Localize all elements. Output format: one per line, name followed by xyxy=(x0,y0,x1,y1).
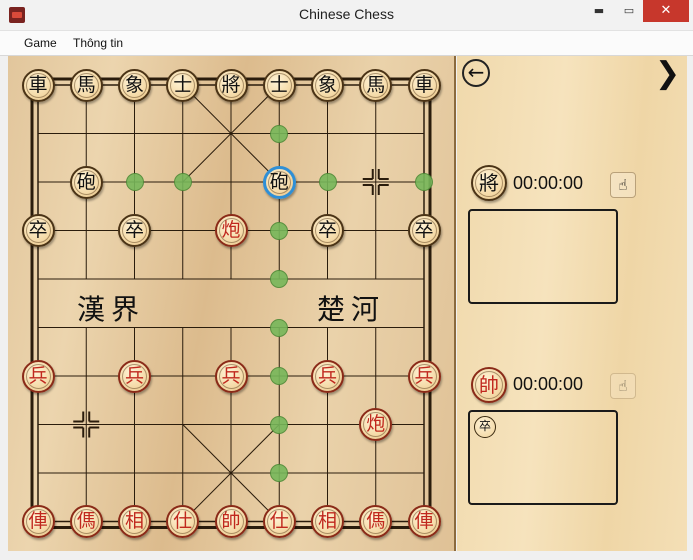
black-piece[interactable]: 車 xyxy=(407,68,441,102)
red-piece[interactable]: 俥 xyxy=(407,505,441,538)
move-hint-dot[interactable] xyxy=(270,318,289,337)
menu-game[interactable]: Game xyxy=(24,36,57,50)
black-piece[interactable]: 士 xyxy=(262,68,296,102)
red-player-timer: 00:00:00 xyxy=(513,374,584,394)
black-player-piece: 將 xyxy=(471,165,507,201)
move-hint-dot[interactable] xyxy=(270,124,289,143)
black-piece[interactable]: 將 xyxy=(214,68,248,102)
red-piece[interactable]: 相 xyxy=(311,505,344,538)
black-piece[interactable]: 卒 xyxy=(118,214,151,247)
menu-bar: Game Thông tin xyxy=(0,31,693,56)
black-piece[interactable]: 卒 xyxy=(407,214,441,247)
side-panel: ← ❯ 將 00:00:00 ☝ 帥 00:00:00 ☝ 卒 xyxy=(457,56,687,551)
title-bar: Chinese Chess ▬ ▭ ✕ xyxy=(0,0,693,31)
black-piece[interactable]: 卒 xyxy=(311,214,344,247)
board-grid xyxy=(30,77,432,529)
move-hint-dot[interactable] xyxy=(415,173,433,191)
board-area[interactable]: 漢界 楚河 車馬象士將士象馬車砲砲卒卒卒卒炮兵兵兵兵兵炮俥傌相仕帥仕相傌俥 xyxy=(8,56,456,551)
black-piece[interactable]: 馬 xyxy=(359,68,393,102)
red-piece[interactable]: 兵 xyxy=(407,359,441,393)
red-piece[interactable]: 兵 xyxy=(214,359,248,393)
move-hint-dot[interactable] xyxy=(318,173,337,191)
red-piece[interactable]: 兵 xyxy=(21,359,55,393)
black-piece[interactable]: 象 xyxy=(118,68,151,102)
red-piece[interactable]: 帥 xyxy=(214,505,248,538)
black-player-timer: 00:00:00 xyxy=(513,173,584,193)
river-text-right: 楚河 xyxy=(317,293,386,326)
close-button[interactable]: ✕ xyxy=(643,0,689,22)
red-piece[interactable]: 相 xyxy=(118,505,151,538)
black-piece[interactable]: 車 xyxy=(21,68,55,102)
red-piece[interactable]: 兵 xyxy=(311,359,344,393)
black-piece[interactable]: 卒 xyxy=(21,214,55,247)
move-hint-dot[interactable] xyxy=(173,173,192,191)
back-arrow-icon[interactable]: ← xyxy=(462,59,490,87)
red-player-piece: 帥 xyxy=(471,367,507,403)
move-hint-dot[interactable] xyxy=(125,173,144,191)
red-captured-box: 卒 xyxy=(468,410,618,505)
red-piece[interactable]: 仕 xyxy=(262,505,296,538)
menu-thong-tin[interactable]: Thông tin xyxy=(73,36,123,50)
black-piece-selected[interactable]: 砲 xyxy=(262,165,296,199)
red-piece[interactable]: 兵 xyxy=(118,359,151,393)
move-hint-dot[interactable] xyxy=(270,415,289,434)
red-hand-button[interactable]: ☝ xyxy=(610,373,636,399)
river-text-left: 漢界 xyxy=(77,293,146,326)
red-piece[interactable]: 傌 xyxy=(69,505,103,538)
move-hint-dot[interactable] xyxy=(270,221,289,240)
minimize-button[interactable]: ▬ xyxy=(582,0,616,22)
black-captured-box xyxy=(468,209,618,304)
black-piece[interactable]: 士 xyxy=(166,68,200,102)
black-piece[interactable]: 砲 xyxy=(69,165,103,199)
next-chevron-icon[interactable]: ❯ xyxy=(655,56,680,91)
captured-piece: 卒 xyxy=(474,416,496,438)
red-piece[interactable]: 俥 xyxy=(21,505,55,538)
red-piece[interactable]: 炮 xyxy=(214,214,248,247)
black-piece[interactable]: 馬 xyxy=(69,68,103,102)
maximize-button[interactable]: ▭ xyxy=(612,0,646,22)
black-piece[interactable]: 象 xyxy=(311,68,344,102)
black-hand-button[interactable]: ☝ xyxy=(610,172,636,198)
